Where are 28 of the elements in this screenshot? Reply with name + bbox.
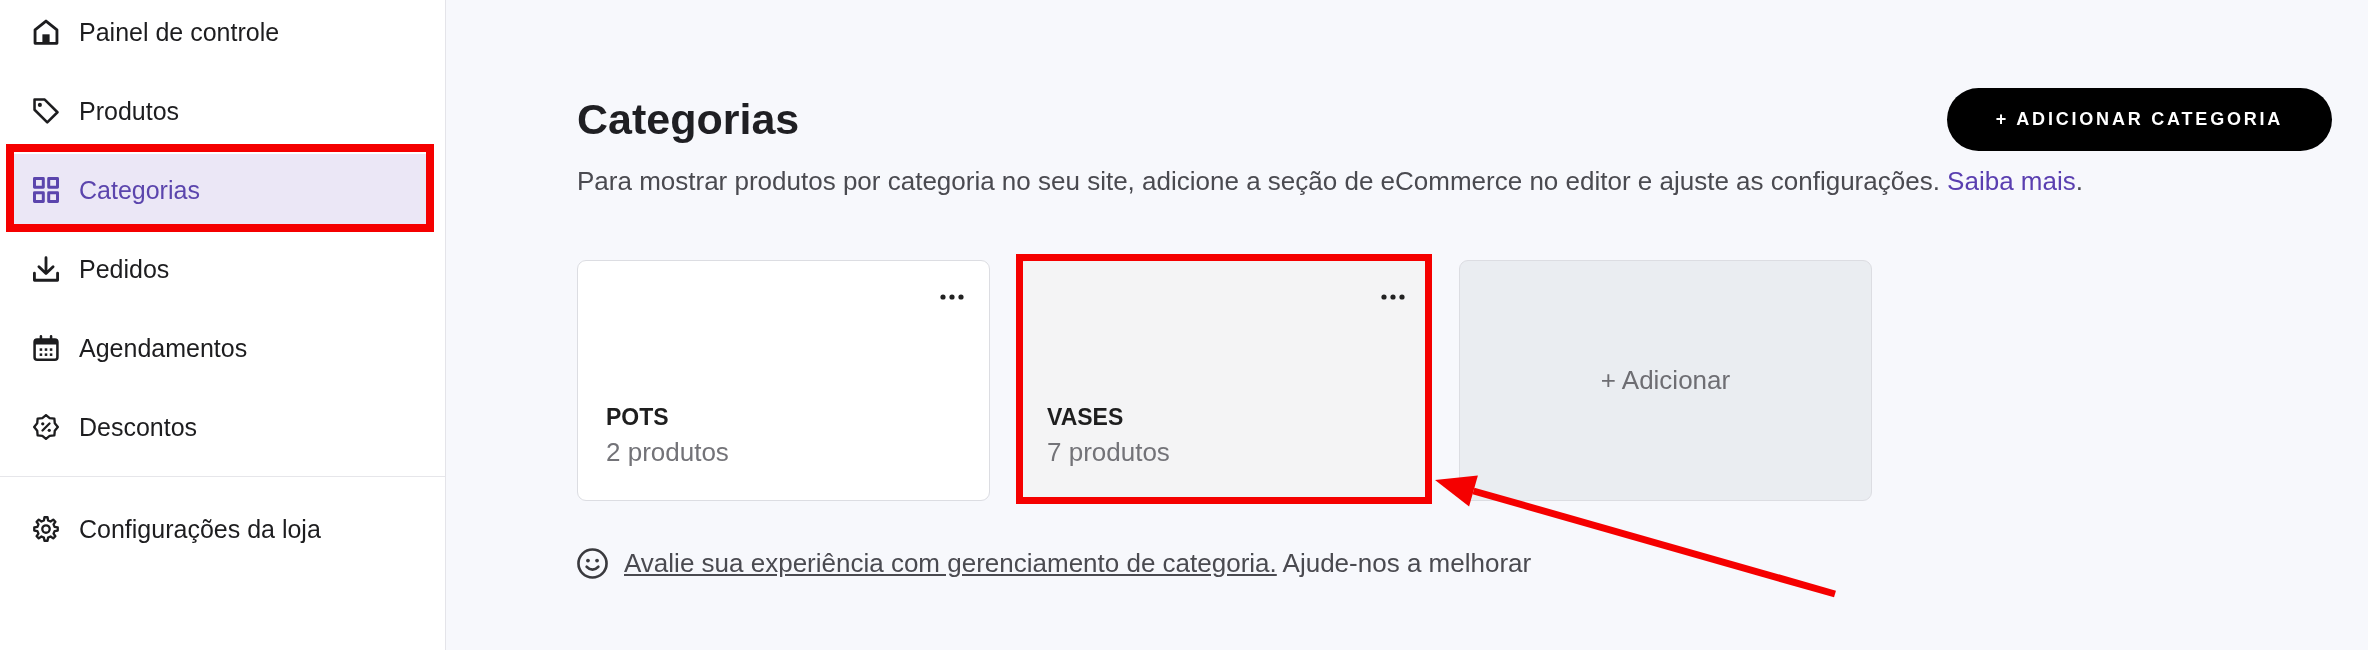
product-count: 7 produtos	[1047, 436, 1171, 468]
smiley-icon	[577, 547, 608, 579]
discount-badge-icon	[33, 414, 59, 440]
add-category-button[interactable]: + ADICIONAR CATEGORIA	[1947, 88, 2332, 151]
product-count: 2 produtos	[606, 436, 730, 468]
more-icon[interactable]	[940, 294, 964, 300]
add-category-card[interactable]: + Adicionar	[1459, 260, 1872, 501]
grid-icon	[33, 177, 59, 203]
sidebar-item[interactable]: Descontos	[8, 391, 433, 463]
category-name: POTS	[606, 403, 670, 432]
feedback-text: Avalie sua experiência com gerenciamento de categoria. Ajude-nos a melhorar	[624, 547, 1532, 579]
calendar-icon	[33, 335, 59, 361]
tag-icon	[33, 98, 59, 124]
sidebar-item[interactable]: Configurações da loja	[8, 493, 433, 565]
page-title: Categorias	[577, 98, 800, 141]
sidebar-item[interactable]: Painel de controle	[8, 0, 433, 68]
category-name: VASES	[1047, 403, 1125, 432]
sidebar-item[interactable]: Agendamentos	[8, 312, 433, 384]
sidebar-item[interactable]: Produtos	[8, 75, 433, 147]
category-card[interactable]: POTS 2 produtos	[577, 260, 990, 501]
feedback-link[interactable]: Avalie sua experiência com gerenciamento de categoria.	[624, 548, 1277, 578]
learn-more-link[interactable]: Saiba mais	[1947, 166, 2076, 196]
download-icon	[33, 256, 59, 282]
description-text: Para mostrar produtos por categoria no seu site, adicione a seção de eCommerce no editor e ajuste as configurações. Saiba mais.	[577, 166, 2084, 196]
more-icon[interactable]	[1381, 294, 1405, 300]
gear-icon	[33, 516, 59, 542]
home-icon	[33, 19, 59, 45]
sidebar-item[interactable]: Pedidos	[8, 233, 433, 305]
